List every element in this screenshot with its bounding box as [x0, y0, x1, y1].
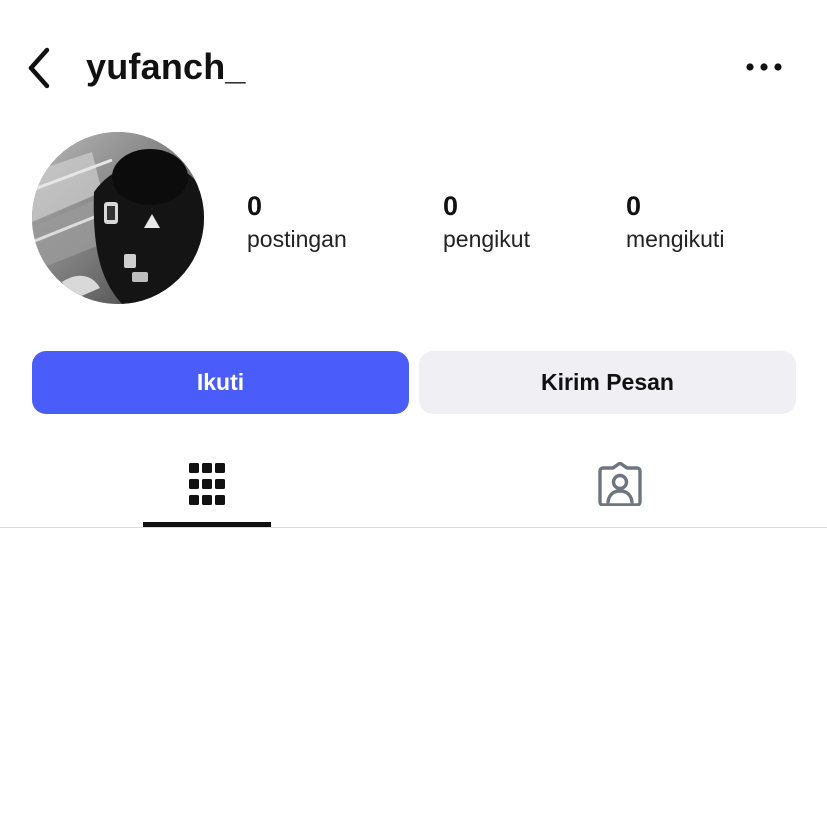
profile-page: yufanch_ 0 postingan 0 pengikut 0 mengik…: [0, 0, 827, 827]
posts-count: 0: [247, 191, 263, 221]
stat-followers[interactable]: 0 pengikut: [443, 190, 530, 254]
profile-tabs: [0, 440, 827, 528]
stat-posts[interactable]: 0 postingan: [247, 190, 347, 254]
active-tab-indicator: [143, 522, 271, 527]
avatar[interactable]: [32, 132, 204, 304]
tagged-person-icon: [598, 462, 642, 506]
follow-button[interactable]: Ikuti: [32, 351, 409, 414]
followers-count: 0: [443, 191, 459, 221]
back-button[interactable]: [18, 44, 62, 92]
grid-icon: [189, 463, 225, 505]
posts-label: postingan: [247, 226, 347, 252]
following-count: 0: [626, 191, 642, 221]
profile-header: yufanch_: [0, 0, 827, 130]
more-horizontal-icon: [746, 63, 782, 71]
more-options-button[interactable]: [740, 50, 788, 84]
followers-label: pengikut: [443, 226, 530, 252]
posts-area: [0, 528, 827, 827]
message-button[interactable]: Kirim Pesan: [419, 351, 796, 414]
profile-username: yufanch_: [86, 46, 246, 87]
following-label: mengikuti: [626, 226, 725, 252]
tab-tagged[interactable]: [556, 440, 684, 528]
chevron-left-icon: [28, 47, 50, 89]
profile-photo: [32, 132, 204, 304]
stat-following[interactable]: 0 mengikuti: [626, 190, 724, 254]
tab-posts-grid[interactable]: [143, 440, 271, 528]
